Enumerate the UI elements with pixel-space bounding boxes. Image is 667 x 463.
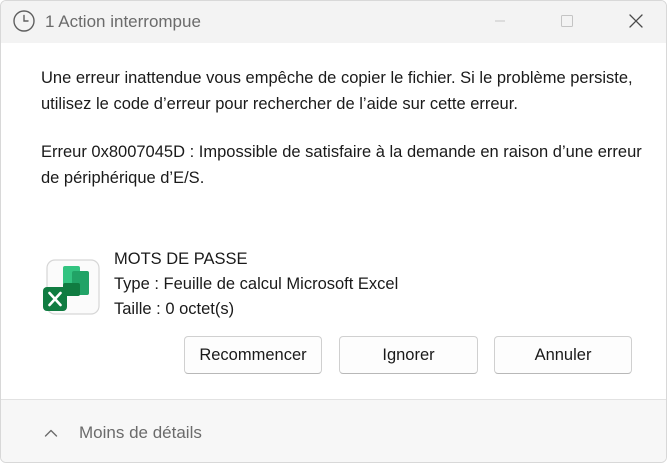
dialog-footer: Moins de détails (1, 399, 666, 462)
chevron-up-icon (44, 429, 58, 437)
file-name: MOTS DE PASSE (114, 250, 248, 268)
close-icon (629, 14, 643, 28)
less-details-label: Moins de détails (79, 423, 202, 442)
minimize-button[interactable] (477, 1, 523, 41)
minimize-icon (495, 20, 505, 22)
maximize-icon (561, 15, 573, 27)
skip-button[interactable]: Ignorer (339, 336, 478, 374)
file-type: Type : Feuille de calcul Microsoft Excel (114, 275, 399, 293)
clock-icon (13, 10, 35, 32)
error-message: Une erreur inattendue vous empêche de co… (41, 69, 633, 113)
close-button[interactable] (613, 1, 659, 41)
excel-file-icon (43, 259, 100, 315)
maximize-button[interactable] (544, 1, 590, 41)
file-size: Taille : 0 octet(s) (114, 300, 235, 318)
interrupted-action-dialog: 1 Action interrompue Une erreur inattend… (0, 0, 667, 463)
title-bar[interactable]: 1 Action interrompue (1, 1, 666, 43)
cancel-button[interactable]: Annuler (494, 336, 632, 374)
error-code-text: Erreur 0x8007045D : Impossible de satisf… (41, 143, 642, 187)
window-title: 1 Action interrompue (45, 12, 201, 31)
retry-button[interactable]: Recommencer (184, 336, 322, 374)
